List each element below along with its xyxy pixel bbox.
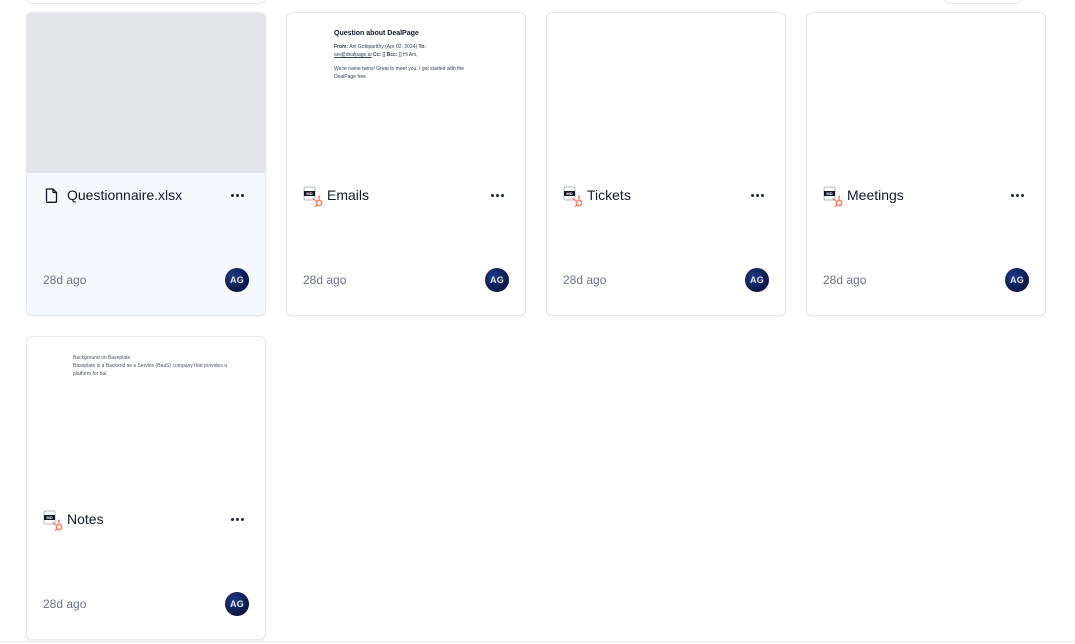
file-preview: Background on Baseplate Baseplate is a B… [27, 337, 265, 497]
note-preview: Background on Baseplate Baseplate is a B… [73, 354, 233, 378]
file-preview [547, 13, 785, 173]
bcc-value: [] Hi Ani, [398, 52, 418, 58]
modified-time: 28d ago [43, 273, 87, 287]
hubspot-md-icon: MD [303, 186, 325, 210]
file-card-questionnaire[interactable]: Questionnaire.xlsx 28d ago AG [26, 12, 266, 316]
email-preview: Question about DealPage From: Ani Gottip… [334, 30, 484, 81]
hubspot-md-icon: MD [823, 186, 845, 210]
avatar[interactable]: AG [225, 592, 249, 616]
more-options-button[interactable] [225, 509, 249, 529]
avatar[interactable]: AG [485, 268, 509, 292]
previous-card-edge [26, 0, 266, 4]
file-card-tickets[interactable]: MD Tickets 28d ago AG [546, 12, 786, 316]
bcc-label: Bcc: [386, 52, 398, 58]
modified-time: 28d ago [303, 273, 347, 287]
file-card-notes[interactable]: Background on Baseplate Baseplate is a B… [26, 336, 266, 640]
card-title: Notes [67, 511, 104, 527]
more-options-button[interactable] [1005, 185, 1029, 205]
svg-text:MD: MD [306, 191, 312, 196]
card-title: Meetings [847, 187, 904, 203]
note-body: Baseplate is a Backend as a Service (Baa… [73, 363, 227, 377]
file-preview [807, 13, 1045, 173]
avatar[interactable]: AG [1005, 268, 1029, 292]
previous-card-edge [944, 0, 1022, 4]
card-title: Tickets [587, 187, 631, 203]
to-label: To: [418, 44, 426, 50]
from-label: From: [334, 44, 349, 50]
cc-label: Cc: [373, 52, 382, 58]
modified-time: 28d ago [43, 597, 87, 611]
email-subject: Question about DealPage [334, 30, 419, 37]
hubspot-md-icon: MD [563, 186, 585, 210]
avatar[interactable]: AG [745, 268, 769, 292]
email-body: We're name twins! Great to meet you. I g… [334, 66, 465, 80]
svg-text:MD: MD [826, 191, 832, 196]
svg-text:MD: MD [566, 191, 572, 196]
to-value: ani@dealpage.ai [334, 52, 372, 58]
file-card-emails[interactable]: Question about DealPage From: Ani Gottip… [286, 12, 526, 316]
more-options-button[interactable] [745, 185, 769, 205]
from-value: Ani Gottipartthy (Apr 02, 2024) [349, 44, 418, 50]
card-title: Emails [327, 187, 370, 203]
modified-time: 28d ago [563, 273, 607, 287]
card-title: Questionnaire.xlsx [67, 187, 183, 203]
file-grid: Questionnaire.xlsx 28d ago AG Question a… [0, 0, 1075, 644]
file-preview [27, 13, 265, 173]
file-icon [43, 187, 59, 203]
hubspot-md-icon: MD [43, 510, 65, 534]
more-options-button[interactable] [225, 185, 249, 205]
file-card-meetings[interactable]: MD Meetings 28d ago AG [806, 12, 1046, 316]
more-options-button[interactable] [485, 185, 509, 205]
svg-text:MD: MD [46, 515, 52, 520]
cc-value: [] [382, 52, 386, 58]
modified-time: 28d ago [823, 273, 867, 287]
divider [0, 641, 1075, 642]
note-heading: Background on Baseplate [73, 355, 131, 361]
avatar[interactable]: AG [225, 268, 249, 292]
file-preview: Question about DealPage From: Ani Gottip… [287, 13, 525, 173]
email-meta: From: Ani Gottipartthy (Apr 02, 2024) To… [334, 43, 484, 59]
